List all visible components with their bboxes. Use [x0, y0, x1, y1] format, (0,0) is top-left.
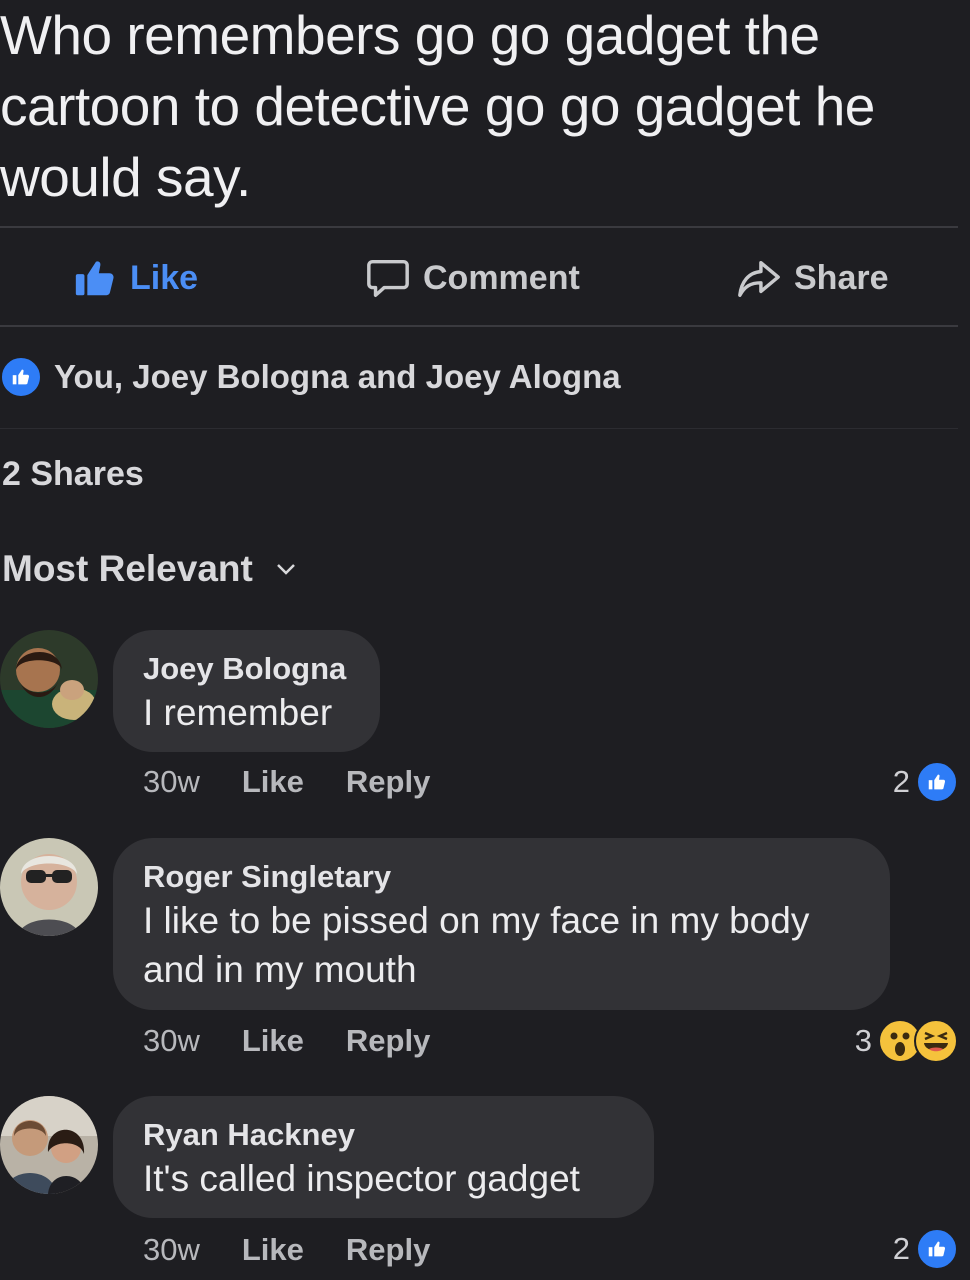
- divider: [0, 428, 958, 429]
- like-icon: [916, 761, 958, 803]
- avatar[interactable]: [0, 1096, 98, 1194]
- comment-bubble: Roger Singletary I like to be pissed on …: [113, 838, 890, 1010]
- comment-reply-button[interactable]: Reply: [346, 764, 430, 800]
- comment-reaction-count[interactable]: 2: [893, 1228, 958, 1270]
- post-text-line: would say.: [0, 146, 251, 208]
- reaction-count-text: 2: [892, 764, 910, 799]
- post-action-bar: Like Comment Share: [0, 232, 958, 324]
- sort-dropdown[interactable]: Most Relevant: [2, 548, 297, 590]
- share-label: Share: [794, 258, 889, 297]
- comment-reply-button[interactable]: Reply: [346, 1232, 430, 1268]
- like-icon: [916, 1228, 958, 1270]
- divider: [0, 226, 958, 228]
- comment-author[interactable]: Roger Singletary: [143, 858, 860, 896]
- avatar[interactable]: [0, 838, 98, 936]
- chevron-down-icon: [276, 564, 295, 575]
- comment-meta: 30w Like Reply: [143, 1023, 430, 1059]
- comment-reaction-count[interactable]: 3: [855, 1019, 958, 1063]
- post-text-line: cartoon to detective go go gadget he: [0, 75, 875, 137]
- reactions-summary-text: You, Joey Bologna and Joey Alogna: [54, 358, 621, 395]
- comment-label: Comment: [423, 258, 580, 297]
- comment-body-line: and in my mouth: [143, 949, 417, 990]
- comment-reply-button[interactable]: Reply: [346, 1023, 430, 1059]
- shares-count[interactable]: 2 Shares: [2, 455, 144, 494]
- like-label: Like: [130, 258, 199, 297]
- comment-time[interactable]: 30w: [143, 764, 200, 800]
- like-reaction-icon: [0, 356, 42, 398]
- share-arrow-icon: [738, 260, 780, 297]
- share-button[interactable]: Share: [736, 232, 889, 324]
- haha-icon: [914, 1019, 958, 1063]
- reaction-count-text: 2: [892, 1231, 910, 1266]
- reaction-icons: [878, 1019, 958, 1063]
- comment-icon: [367, 259, 409, 297]
- avatar[interactable]: [0, 630, 98, 728]
- comment-time[interactable]: 30w: [143, 1023, 200, 1059]
- thumbs-up-icon: [75, 261, 114, 296]
- facebook-post-page: Who remembers go go gadget the cartoon t…: [0, 0, 970, 1280]
- reaction-count-text: 3: [854, 1023, 872, 1058]
- comment-button[interactable]: Comment: [365, 232, 580, 324]
- comment-like-button[interactable]: Like: [242, 1232, 304, 1268]
- sort-label: Most Relevant: [2, 548, 253, 589]
- comment-bubble: Ryan Hackney It's called inspector gadge…: [113, 1096, 654, 1218]
- comment-body: It's called inspector gadget: [143, 1158, 580, 1199]
- comment-meta: 30w Like Reply: [143, 764, 430, 800]
- comment-body-line: I like to be pissed on my face in my bod…: [143, 900, 810, 941]
- comment-meta: 30w Like Reply: [143, 1232, 430, 1268]
- reactions-summary[interactable]: You, Joey Bologna and Joey Alogna: [0, 350, 621, 404]
- like-button[interactable]: Like: [72, 232, 198, 324]
- comment-reaction-count[interactable]: 2: [893, 761, 958, 803]
- comment-author[interactable]: Joey Bologna: [143, 650, 350, 688]
- comment-like-button[interactable]: Like: [242, 1023, 304, 1059]
- comment-time[interactable]: 30w: [143, 1232, 200, 1268]
- comment-bubble: Joey Bologna I remember: [113, 630, 380, 752]
- divider: [0, 325, 958, 327]
- comment-body: I remember: [143, 692, 333, 733]
- post-text: Who remembers go go gadget the cartoon t…: [0, 0, 960, 213]
- comment-like-button[interactable]: Like: [242, 764, 304, 800]
- comment-author[interactable]: Ryan Hackney: [143, 1116, 624, 1154]
- post-text-line: Who remembers go go gadget the: [0, 4, 820, 66]
